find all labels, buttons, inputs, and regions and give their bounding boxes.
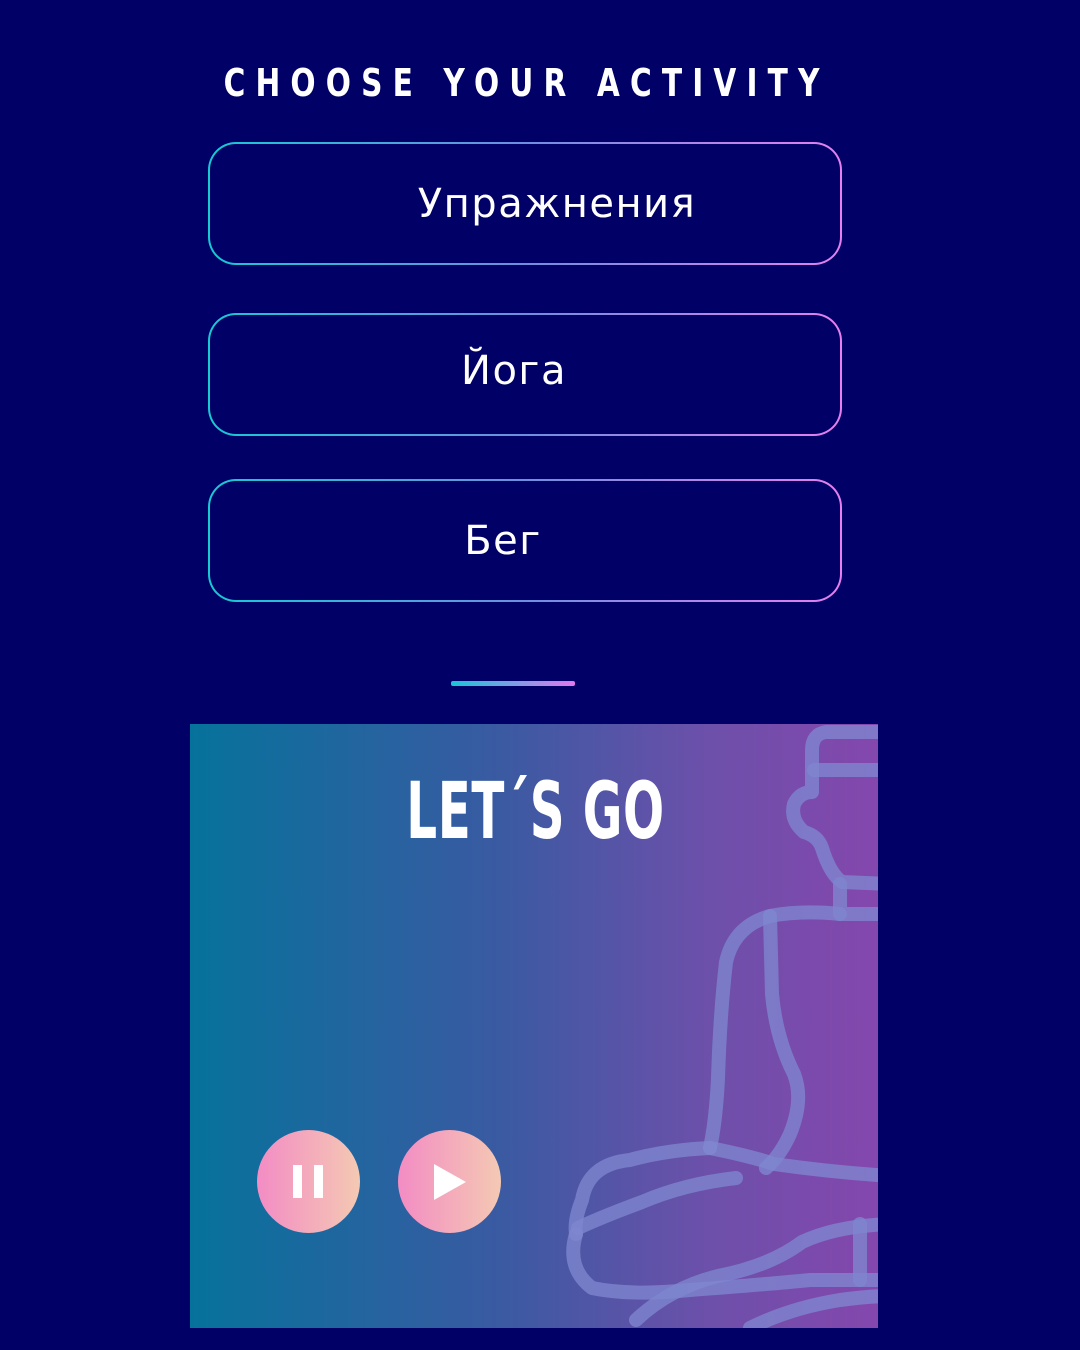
activity-button-yoga[interactable]: Йога [208,313,842,436]
activity-button-exercises[interactable]: Упражнения [208,142,842,265]
pause-icon [293,1165,323,1198]
pause-button[interactable] [257,1130,360,1233]
play-icon [434,1164,466,1200]
activity-button-label: Йога [461,348,567,394]
activity-button-label: Бег [464,518,542,564]
divider [451,681,575,686]
activity-button-running[interactable]: Бег [208,479,842,602]
page-title: CHOOSE YOUR ACTIVITY [223,61,830,105]
activity-button-label: Упражнения [417,181,697,227]
player-title: LET´S GO [406,767,665,857]
play-button[interactable] [398,1130,501,1233]
player-card: LET´S GO [190,724,878,1328]
